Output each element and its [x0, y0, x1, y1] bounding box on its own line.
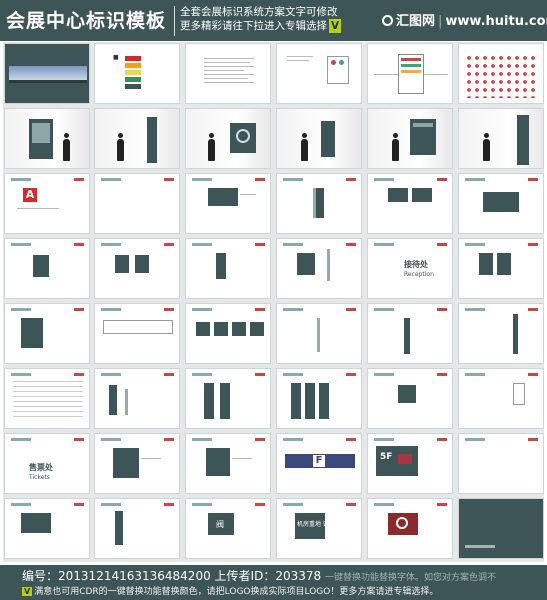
swatch-teal [125, 84, 141, 89]
desc-line-2-text: 更多精彩请往下拉进入专辑选择 [180, 20, 327, 32]
thumb-blank-2[interactable] [458, 433, 544, 494]
floor-label: 5F [380, 452, 393, 462]
thumb-wayfinding-2[interactable] [276, 368, 362, 429]
letter-f-badge: F [313, 455, 325, 467]
footer-tail-text: 一键替换功能替换字体。如您对方案色调不 [324, 573, 496, 583]
thumb-ticket[interactable]: 售票处 Tickets [4, 433, 90, 494]
uploader-label: 上传者ID： [214, 569, 276, 583]
thumb-map-board-1[interactable] [94, 433, 180, 494]
logo-cn: 汇图网 [396, 14, 436, 29]
ticket-en: Tickets [29, 474, 50, 481]
thumb-board-1[interactable] [185, 173, 271, 234]
thumb-wall-sign-2[interactable] [185, 108, 271, 169]
thumb-door-sign-3[interactable] [185, 238, 271, 299]
thumb-color-palette[interactable]: ■ [94, 43, 180, 104]
thumb-room-sign-3[interactable]: 阀 [185, 498, 271, 559]
exit-label: 机房重地 谢绝入内 [297, 521, 347, 528]
thumb-letter-a[interactable]: A [4, 173, 90, 234]
thumb-wall-sign-3[interactable] [276, 108, 362, 169]
id-label: 编号： [22, 569, 59, 583]
reception-cn: 接待处 [404, 260, 428, 269]
desc-line-2: 更多精彩请往下拉进入专辑选择 V [180, 19, 342, 33]
thumb-board-2[interactable] [276, 173, 362, 234]
reception-en: Reception [404, 271, 434, 278]
footer-line-1: 编号：20131214163136484200 上传者ID：203378 一键替… [22, 567, 496, 584]
thumb-round-signs[interactable] [185, 303, 271, 364]
thumb-room-sign-5[interactable] [367, 498, 453, 559]
thumb-door-sign-2[interactable] [94, 238, 180, 299]
uploader-id: 203378 [275, 569, 322, 583]
thumb-sign-icons[interactable] [276, 43, 362, 104]
header-banner: 会展中心标识模板 全套会展标识系统方案文字可修改 更多精彩请往下拉进入专辑选择 V… [0, 0, 547, 41]
thumb-back-cover[interactable] [458, 498, 544, 559]
store-label: 阀 [216, 520, 224, 529]
letter-a-badge: A [23, 188, 37, 202]
thumb-wayfinding-1[interactable] [185, 368, 271, 429]
swatch-green [125, 77, 141, 82]
thumb-blank-1[interactable] [94, 173, 180, 234]
thumb-gate[interactable] [94, 368, 180, 429]
ticket-cn: 售票处 [29, 463, 53, 472]
thumb-spec-table[interactable] [4, 368, 90, 429]
footer-note: 满意也可用CDR的一键替换功能替换颜色，请把LOGO换成实际项目LOGO！更多方… [34, 587, 439, 597]
swatch-red [125, 56, 141, 61]
thumb-door-sign-5[interactable] [458, 238, 544, 299]
desc-badge: V [329, 19, 342, 33]
thumb-room-sign-4[interactable]: 机房重地 谢绝入内 [276, 498, 362, 559]
thumb-directory-1[interactable] [4, 303, 90, 364]
thumb-board-3[interactable] [367, 173, 453, 234]
header-divider [174, 6, 175, 36]
thumb-pylon[interactable] [458, 108, 544, 169]
thumb-pole-sign-1[interactable] [276, 303, 362, 364]
thumb-map-board-2[interactable] [185, 433, 271, 494]
thumb-banner-1[interactable] [94, 303, 180, 364]
footer-info: 编号：20131214163136484200 上传者ID：203378 一键替… [0, 565, 547, 600]
thumb-wall-sign-1[interactable] [4, 108, 90, 169]
thumb-system-diagram[interactable] [367, 43, 453, 104]
icon-grid [465, 54, 539, 98]
logo-icon [382, 15, 393, 26]
cover-photo [9, 66, 87, 80]
logo-url: www.huitu.com [445, 14, 547, 29]
thumb-floor-5f[interactable]: 5F [367, 433, 453, 494]
thumb-reception[interactable]: 接待处 Reception [367, 238, 453, 299]
thumb-pole-sign-2[interactable] [367, 303, 453, 364]
thumb-standing-sign-1[interactable] [94, 108, 180, 169]
thumbnail-grid: ■ A 接待处 Reception 售票处 Tickets F 5F 阀 机房重… [3, 42, 544, 562]
thumb-wayfinding-3[interactable] [367, 368, 453, 429]
id-code: 20131214163136484200 [58, 569, 211, 583]
thumb-pole-sign-3[interactable] [458, 303, 544, 364]
thumb-wall-sign-4[interactable] [367, 108, 453, 169]
thumb-door-sign-1[interactable] [4, 238, 90, 299]
swatch-yellow [125, 70, 141, 75]
page-title: 会展中心标识模板 [6, 10, 167, 32]
thumb-icon-set[interactable] [458, 43, 544, 104]
thumb-door-sign-4[interactable] [276, 238, 362, 299]
cover-stripe [9, 80, 87, 83]
site-logo[interactable]: 汇图网|www.huitu.com [382, 10, 547, 29]
thumb-text-page[interactable] [185, 43, 271, 104]
thumb-letter-f[interactable]: F [276, 433, 362, 494]
thumb-wayfinding-4[interactable] [458, 368, 544, 429]
thumb-board-4[interactable] [458, 173, 544, 234]
thumb-cover[interactable] [4, 43, 90, 104]
icon-panel [327, 56, 349, 84]
footer-line-2: V 满意也可用CDR的一键替换功能替换颜色，请把LOGO换成实际项目LOGO！更多… [22, 584, 438, 597]
footer-badge: V [22, 587, 33, 596]
swatch-orange [125, 63, 141, 68]
desc-line-1: 全套会展标识系统方案文字可修改 [180, 6, 338, 18]
header-description: 全套会展标识系统方案文字可修改 更多精彩请往下拉进入专辑选择 V [180, 5, 342, 33]
thumb-room-sign-1[interactable] [4, 498, 90, 559]
thumb-room-sign-2[interactable] [94, 498, 180, 559]
